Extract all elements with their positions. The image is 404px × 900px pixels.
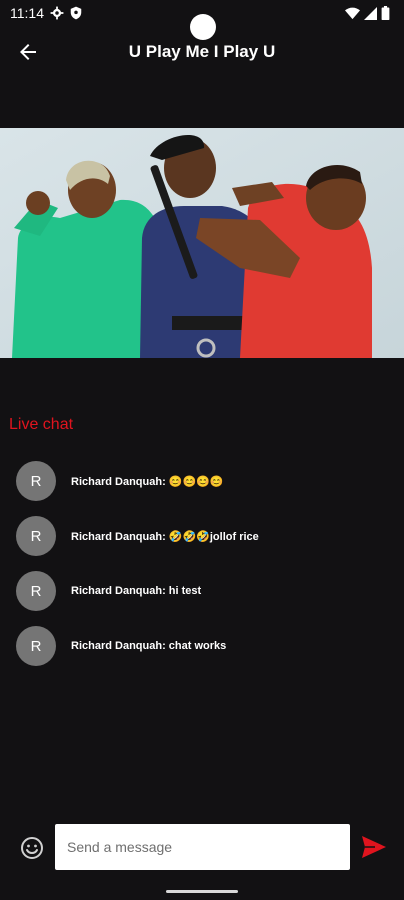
- avatar[interactable]: R: [16, 571, 56, 611]
- status-indicators: [345, 6, 390, 20]
- message-input[interactable]: [55, 824, 350, 870]
- chat-message-text: Richard Danquah: 😊😊😊😊: [71, 475, 224, 488]
- movie-poster-image[interactable]: [0, 128, 404, 358]
- wifi-icon: [345, 7, 360, 19]
- avatar[interactable]: R: [16, 516, 56, 556]
- send-icon[interactable]: [361, 835, 387, 859]
- chat-message: R Richard Danquah: hi test: [16, 571, 396, 611]
- signal-icon: [364, 6, 377, 20]
- chat-message-text: Richard Danquah: hi test: [71, 585, 202, 597]
- chat-message-text: Richard Danquah: 🤣🤣🤣jollof rice: [71, 530, 259, 543]
- status-bar: 11:14: [0, 0, 404, 40]
- avatar[interactable]: R: [16, 626, 56, 666]
- gesture-nav-bar[interactable]: [166, 890, 238, 893]
- live-chat-heading: Live chat: [9, 416, 74, 433]
- battery-icon: [381, 6, 390, 20]
- app-bar: U Play Me I Play U: [0, 32, 404, 74]
- chat-message: R Richard Danquah: 🤣🤣🤣jollof rice: [16, 516, 396, 556]
- app-screen: 11:14 U Play Me I Play U Live chat R Ric…: [0, 0, 404, 900]
- page-title: U Play Me I Play U: [128, 42, 276, 61]
- shield-icon: [70, 6, 82, 20]
- settings-icon: [50, 6, 64, 20]
- emoji-smile-icon[interactable]: [20, 836, 44, 860]
- avatar[interactable]: R: [16, 461, 56, 501]
- message-composer: [0, 822, 404, 874]
- chat-message-text: Richard Danquah: chat works: [71, 640, 227, 652]
- chat-message-list: R Richard Danquah: 😊😊😊😊 R Richard Danqua…: [16, 461, 396, 681]
- chat-message: R Richard Danquah: chat works: [16, 626, 396, 666]
- chat-message: R Richard Danquah: 😊😊😊😊: [16, 461, 396, 501]
- status-time: 11:14: [10, 5, 44, 21]
